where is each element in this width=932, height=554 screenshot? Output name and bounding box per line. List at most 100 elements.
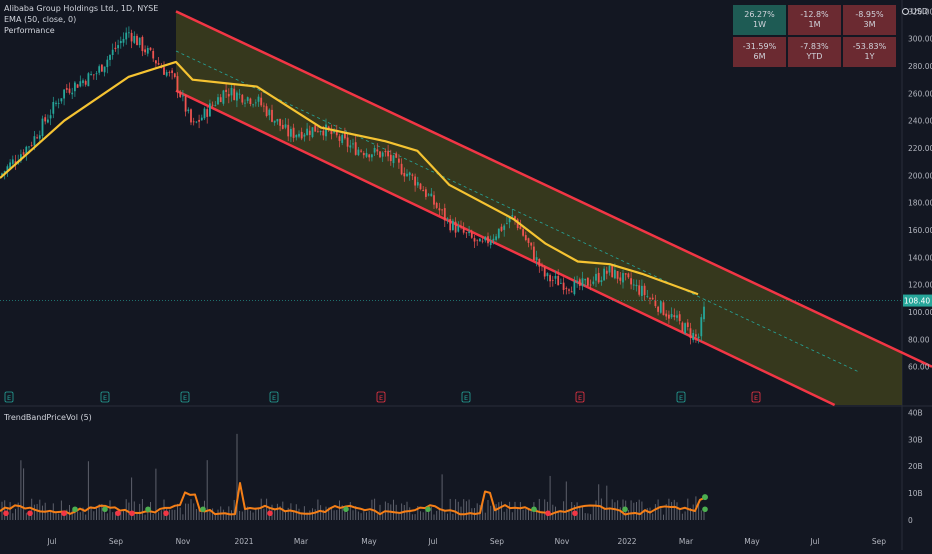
x-tick-label: 2022 <box>617 537 636 546</box>
candle-body <box>90 74 92 75</box>
candle-body <box>217 97 219 105</box>
candle-body <box>149 47 152 50</box>
candle-body <box>695 334 697 337</box>
candle-body <box>290 128 292 137</box>
candle-body <box>182 95 184 97</box>
volume-signal-dot <box>343 506 349 513</box>
candle-body <box>171 70 173 74</box>
candle-body <box>495 236 497 240</box>
currency-selector[interactable]: USD <box>901 7 928 16</box>
candle-body <box>427 194 430 196</box>
candle-body <box>260 97 263 106</box>
perf-value: -7.83% <box>800 42 829 51</box>
performance-legend[interactable]: Performance <box>4 25 158 36</box>
candle-body <box>408 172 411 176</box>
sub-pane-legend[interactable]: TrendBandPriceVol (5) <box>4 413 92 422</box>
candle-body <box>30 144 33 146</box>
candle-body <box>549 275 551 282</box>
volume-signal-dot <box>3 510 9 517</box>
candle-body <box>632 284 635 286</box>
earnings-marker-label: E <box>103 394 107 402</box>
candle-body <box>603 268 605 281</box>
currency-globe-icon <box>901 8 909 15</box>
earnings-marker-label: E <box>464 394 468 402</box>
volume-y-tick-label: 40B <box>908 408 923 417</box>
candle-body <box>111 49 114 56</box>
perf-cell-ytd: -7.83% YTD <box>788 37 841 67</box>
candle-body <box>233 88 236 101</box>
candle-body <box>568 289 570 291</box>
candle-body <box>468 231 470 234</box>
perf-period: 3M <box>863 20 876 29</box>
chart-canvas[interactable]: 108.40 60.00 80.00 100.00 120.00 140.00 160.00… <box>0 0 932 550</box>
candle-body <box>538 258 541 267</box>
ema-legend[interactable]: EMA (50, close, 0) <box>4 14 158 25</box>
candle-body <box>635 284 638 287</box>
candle-body <box>157 63 160 65</box>
volume-signal-dot <box>572 510 578 517</box>
candle-body <box>28 146 30 148</box>
candle-body <box>435 202 438 208</box>
candle-body <box>673 315 676 318</box>
candle-body <box>395 153 398 158</box>
currency-label: USD <box>910 7 928 16</box>
candle-body <box>670 314 673 318</box>
candle-body <box>133 35 136 43</box>
candle-body <box>92 74 95 76</box>
candle-body <box>211 104 214 106</box>
candle-body <box>497 228 500 238</box>
candle-body <box>430 193 433 197</box>
candle-body <box>57 103 60 105</box>
candle-body <box>236 92 238 101</box>
x-tick-label: 2021 <box>234 537 253 546</box>
candle-body <box>554 276 557 279</box>
volume-signal-dot <box>545 510 551 517</box>
candle-body <box>692 333 695 341</box>
candle-body <box>360 150 362 152</box>
candle-body <box>119 40 122 44</box>
perf-cell-1w: 26.27% 1W <box>733 5 786 35</box>
candle-body <box>38 135 41 139</box>
candle-body <box>222 90 225 104</box>
candle-body <box>227 94 230 97</box>
y-tick-label: 80.00 <box>908 335 930 344</box>
candle-body <box>643 285 646 296</box>
chart-background <box>0 0 932 550</box>
candle-body <box>446 218 449 220</box>
candle-body <box>87 73 90 87</box>
candle-body <box>49 115 52 119</box>
candle-body <box>84 80 87 85</box>
candle-body <box>630 278 632 285</box>
volume-signal-dot <box>622 506 628 513</box>
x-tick-label: Jul <box>809 537 819 546</box>
candle-body <box>578 279 581 286</box>
candle-body <box>36 137 38 139</box>
candle-body <box>570 291 573 293</box>
candle-body <box>44 117 47 122</box>
candle-body <box>665 313 668 317</box>
perf-value: 26.27% <box>744 10 775 19</box>
candle-body <box>562 282 565 290</box>
candle-body <box>638 285 641 295</box>
candle-body <box>624 273 627 275</box>
candle-body <box>244 102 246 104</box>
candle-body <box>492 238 495 241</box>
candle-body <box>416 182 419 186</box>
symbol-title[interactable]: Alibaba Group Holdings Ltd., 1D, NYSE <box>4 3 158 14</box>
y-tick-label: 200.00 <box>908 171 932 180</box>
perf-cell-6m: -31.59% 6M <box>733 37 786 67</box>
perf-cell-1y: -53.83% 1Y <box>843 37 896 67</box>
candle-body <box>398 158 400 163</box>
volume-signal-dot <box>145 506 151 513</box>
earnings-marker-label: E <box>578 394 582 402</box>
perf-period: 1M <box>808 20 821 29</box>
candle-body <box>479 238 481 242</box>
candle-body <box>403 172 406 177</box>
chart-root[interactable]: 108.40 60.00 80.00 100.00 120.00 140.00 160.00… <box>0 0 932 550</box>
candle-body <box>654 300 657 307</box>
perf-period: 6M <box>753 52 766 61</box>
candle-body <box>700 317 703 337</box>
candle-body <box>263 105 265 107</box>
candle-body <box>487 236 489 244</box>
earnings-marker-label: E <box>272 394 276 402</box>
